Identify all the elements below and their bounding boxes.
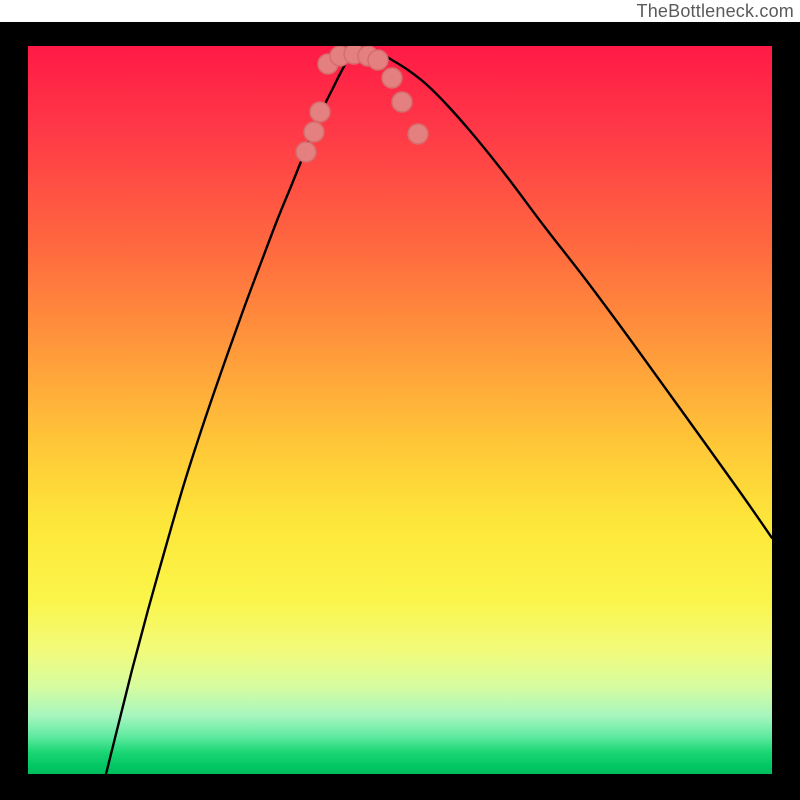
plot-background (28, 46, 772, 774)
chart-stage: TheBottleneck.com (0, 0, 800, 800)
attribution-text: TheBottleneck.com (637, 1, 794, 22)
attribution-bar: TheBottleneck.com (0, 0, 800, 22)
